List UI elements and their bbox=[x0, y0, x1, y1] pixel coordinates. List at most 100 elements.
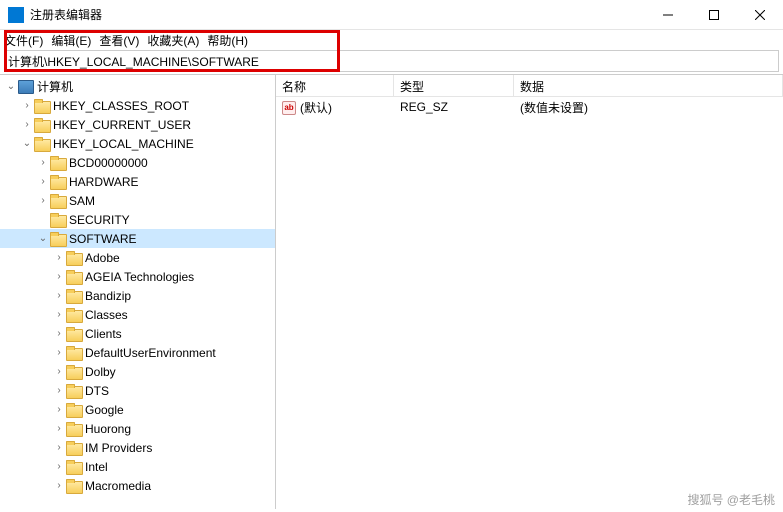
list-header: 名称 类型 数据 bbox=[276, 75, 783, 97]
tree-sam[interactable]: › SAM bbox=[0, 191, 275, 210]
folder-icon bbox=[66, 403, 82, 417]
folder-icon bbox=[66, 460, 82, 474]
tree-software[interactable]: ⌄ SOFTWARE bbox=[0, 229, 275, 248]
tree-hkcu[interactable]: › HKEY_CURRENT_USER bbox=[0, 115, 275, 134]
folder-icon bbox=[66, 441, 82, 455]
chevron-down-icon[interactable]: ⌄ bbox=[20, 138, 34, 149]
tree-software-child[interactable]: › IM Providers bbox=[0, 438, 275, 457]
chevron-right-icon[interactable]: › bbox=[52, 442, 66, 453]
tree-software-child[interactable]: › AGEIA Technologies bbox=[0, 267, 275, 286]
folder-icon bbox=[34, 118, 50, 132]
chevron-right-icon[interactable]: › bbox=[52, 328, 66, 339]
tree-software-child[interactable]: ›Huorong bbox=[0, 419, 275, 438]
tree-software-child[interactable]: › Clients bbox=[0, 324, 275, 343]
tree-label: DTS bbox=[85, 384, 109, 398]
tree-label: Bandizip bbox=[85, 289, 131, 303]
tree-label: Dolby bbox=[85, 365, 116, 379]
menu-help[interactable]: 帮助(H) bbox=[207, 32, 248, 49]
tree-hkcr[interactable]: › HKEY_CLASSES_ROOT bbox=[0, 96, 275, 115]
title-bar: 注册表编辑器 bbox=[0, 0, 783, 30]
col-header-data[interactable]: 数据 bbox=[514, 75, 783, 96]
menu-bar: 文件(F) 编辑(E) 查看(V) 收藏夹(A) 帮助(H) bbox=[0, 30, 783, 50]
list-row[interactable]: ab(默认) REG_SZ (数值未设置) bbox=[276, 97, 783, 117]
tree-hardware[interactable]: › HARDWARE bbox=[0, 172, 275, 191]
regedit-app-icon bbox=[8, 7, 24, 23]
chevron-right-icon[interactable]: › bbox=[52, 252, 66, 263]
tree-bcd[interactable]: › BCD00000000 bbox=[0, 153, 275, 172]
tree-label: SOFTWARE bbox=[69, 232, 137, 246]
chevron-right-icon[interactable]: › bbox=[52, 404, 66, 415]
content-area: ⌄ 计算机 › HKEY_CLASSES_ROOT › HKEY_CURRENT… bbox=[0, 74, 783, 509]
tree-pane[interactable]: ⌄ 计算机 › HKEY_CLASSES_ROOT › HKEY_CURRENT… bbox=[0, 75, 276, 509]
folder-icon bbox=[66, 346, 82, 360]
tree-software-child[interactable]: › Classes bbox=[0, 305, 275, 324]
tree-label: DefaultUserEnvironment bbox=[85, 346, 216, 360]
chevron-right-icon[interactable]: › bbox=[52, 423, 66, 434]
tree-label: HKEY_LOCAL_MACHINE bbox=[53, 137, 194, 151]
address-text: 计算机\HKEY_LOCAL_MACHINE\SOFTWARE bbox=[8, 53, 259, 70]
minimize-button[interactable] bbox=[645, 0, 691, 30]
tree-label: IM Providers bbox=[85, 441, 152, 455]
chevron-right-icon[interactable]: › bbox=[20, 119, 34, 130]
folder-icon bbox=[66, 289, 82, 303]
menu-edit[interactable]: 编辑(E) bbox=[51, 32, 91, 49]
folder-icon bbox=[50, 232, 66, 246]
chevron-right-icon[interactable]: › bbox=[36, 195, 50, 206]
tree-software-child[interactable]: › DefaultUserEnvironment bbox=[0, 343, 275, 362]
chevron-right-icon[interactable]: › bbox=[36, 176, 50, 187]
col-header-name[interactable]: 名称 bbox=[276, 75, 394, 96]
tree-root[interactable]: ⌄ 计算机 bbox=[0, 77, 275, 96]
col-header-type[interactable]: 类型 bbox=[394, 75, 514, 96]
chevron-right-icon[interactable]: › bbox=[52, 366, 66, 377]
menu-file[interactable]: 文件(F) bbox=[4, 32, 43, 49]
maximize-button[interactable] bbox=[691, 0, 737, 30]
chevron-right-icon[interactable]: › bbox=[52, 271, 66, 282]
tree-software-child[interactable]: › Bandizip bbox=[0, 286, 275, 305]
chevron-down-icon[interactable]: ⌄ bbox=[36, 233, 50, 244]
chevron-right-icon[interactable]: › bbox=[52, 385, 66, 396]
tree-label: Clients bbox=[85, 327, 122, 341]
tree-label: HKEY_CLASSES_ROOT bbox=[53, 99, 189, 113]
tree-software-child[interactable]: ›Macromedia bbox=[0, 476, 275, 495]
menu-view[interactable]: 查看(V) bbox=[99, 32, 139, 49]
tree-software-child[interactable]: › Google bbox=[0, 400, 275, 419]
tree-label: HKEY_CURRENT_USER bbox=[53, 118, 191, 132]
tree-security[interactable]: SECURITY bbox=[0, 210, 275, 229]
tree-label: Google bbox=[85, 403, 124, 417]
tree-label: Adobe bbox=[85, 251, 120, 265]
chevron-down-icon[interactable]: ⌄ bbox=[4, 81, 18, 92]
tree-label: Intel bbox=[85, 460, 108, 474]
tree-label: AGEIA Technologies bbox=[85, 270, 194, 284]
value-list-pane[interactable]: 名称 类型 数据 ab(默认) REG_SZ (数值未设置) bbox=[276, 75, 783, 509]
close-button[interactable] bbox=[737, 0, 783, 30]
tree-software-child[interactable]: › Intel bbox=[0, 457, 275, 476]
folder-icon bbox=[66, 422, 82, 436]
tree-software-child[interactable]: › DTS bbox=[0, 381, 275, 400]
address-bar[interactable]: 计算机\HKEY_LOCAL_MACHINE\SOFTWARE bbox=[4, 50, 779, 72]
chevron-right-icon[interactable]: › bbox=[52, 309, 66, 320]
tree-software-child[interactable]: › Adobe bbox=[0, 248, 275, 267]
chevron-right-icon[interactable]: › bbox=[52, 461, 66, 472]
folder-icon bbox=[66, 308, 82, 322]
tree-hklm[interactable]: ⌄ HKEY_LOCAL_MACHINE bbox=[0, 134, 275, 153]
folder-icon bbox=[50, 194, 66, 208]
folder-icon bbox=[66, 479, 82, 493]
watermark-text: 搜狐号 @老毛桃 bbox=[687, 491, 775, 508]
folder-icon bbox=[50, 213, 66, 227]
chevron-right-icon[interactable]: › bbox=[52, 480, 66, 491]
menu-favorites[interactable]: 收藏夹(A) bbox=[147, 32, 199, 49]
folder-icon bbox=[66, 251, 82, 265]
chevron-right-icon[interactable]: › bbox=[36, 157, 50, 168]
folder-icon bbox=[66, 384, 82, 398]
folder-icon bbox=[34, 137, 50, 151]
chevron-right-icon[interactable]: › bbox=[52, 347, 66, 358]
folder-icon bbox=[66, 327, 82, 341]
tree-software-child[interactable]: › Dolby bbox=[0, 362, 275, 381]
window-title: 注册表编辑器 bbox=[30, 6, 645, 23]
folder-icon bbox=[34, 99, 50, 113]
tree-label: BCD00000000 bbox=[69, 156, 148, 170]
tree-label: Classes bbox=[85, 308, 128, 322]
chevron-right-icon[interactable]: › bbox=[20, 100, 34, 111]
string-value-icon: ab bbox=[282, 101, 296, 115]
chevron-right-icon[interactable]: › bbox=[52, 290, 66, 301]
